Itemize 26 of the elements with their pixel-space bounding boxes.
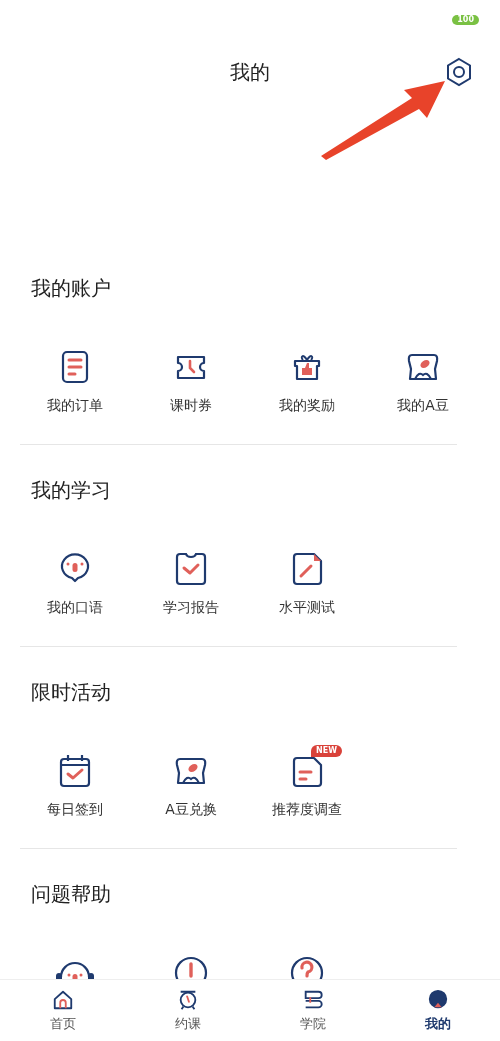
menu-item-label[interactable]: A豆兑换	[165, 799, 217, 819]
menu-item-label[interactable]: 我的A豆	[397, 395, 449, 415]
report-check-icon[interactable]	[173, 551, 209, 587]
settings-icon[interactable]	[444, 57, 474, 87]
menu-item-label[interactable]: 我的奖励	[279, 395, 335, 415]
menu-item-label[interactable]: 我的口语	[47, 597, 103, 617]
new-badge: NEW	[311, 745, 342, 757]
tab[interactable]: 首页	[0, 980, 125, 1041]
menu-item-label[interactable]: 推荐度调查	[272, 799, 342, 819]
section-title: 我的学习	[30, 477, 112, 504]
section-title: 限时活动	[30, 679, 112, 706]
avatar-icon	[426, 989, 449, 1011]
menu-item-label[interactable]: 课时券	[170, 395, 212, 415]
section-title: 我的账户	[30, 275, 112, 302]
tab[interactable]: 我的	[375, 980, 500, 1041]
house-icon	[51, 989, 74, 1011]
menu-item-label[interactable]: 每日签到	[47, 799, 103, 819]
battery-indicator: 100	[452, 15, 479, 25]
menu-item-label[interactable]: 水平测试	[279, 597, 335, 617]
tab[interactable]: 约课	[125, 980, 250, 1041]
menu-item-label[interactable]: 学习报告	[163, 597, 219, 617]
tab[interactable]: 学院	[250, 980, 375, 1041]
calendar-check-icon[interactable]	[57, 753, 93, 789]
menu-item-label[interactable]: 我的订单	[47, 395, 103, 415]
section-title: 问题帮助	[30, 881, 112, 908]
page-title: 我的	[230, 58, 270, 86]
